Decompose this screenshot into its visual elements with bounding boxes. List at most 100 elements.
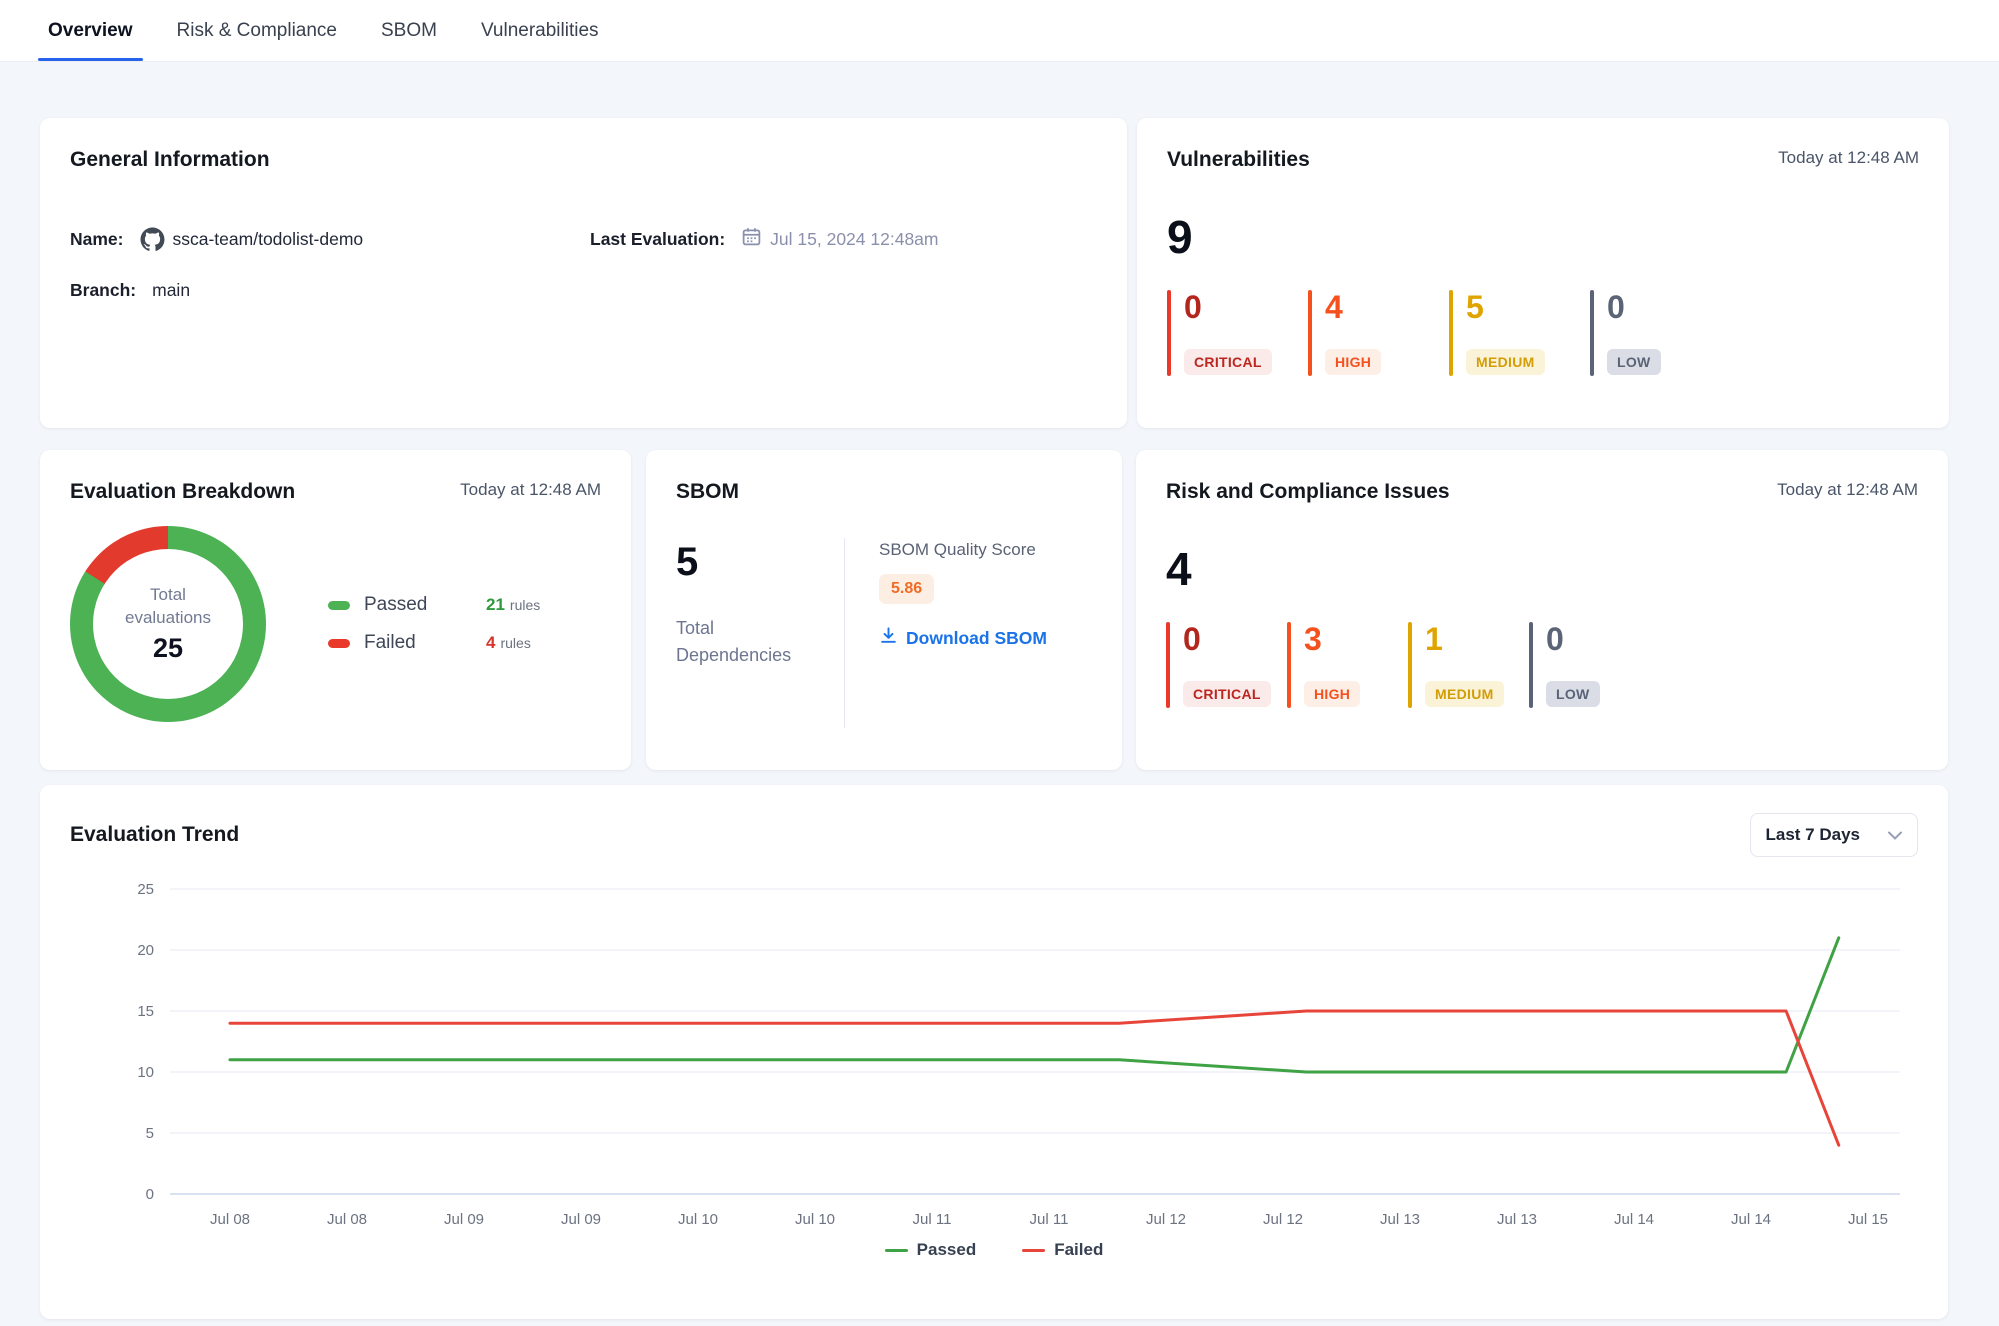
- legend-failed: Failed: [1022, 1240, 1103, 1260]
- severity-badge: HIGH: [1304, 681, 1360, 707]
- donut-total-value: 25: [153, 633, 183, 664]
- evaluation-breakdown-timestamp: Today at 12:48 AM: [460, 480, 601, 500]
- severity-bar: [1167, 290, 1171, 376]
- svg-text:Jul 14: Jul 14: [1614, 1211, 1654, 1228]
- donut-center-label: Total evaluations: [110, 584, 226, 630]
- svg-text:Jul 09: Jul 09: [444, 1211, 484, 1228]
- evaluation-breakdown-title: Evaluation Breakdown: [70, 480, 295, 504]
- svg-text:Jul 13: Jul 13: [1497, 1211, 1537, 1228]
- github-icon: [140, 227, 165, 252]
- time-range-dropdown[interactable]: Last 7 Days: [1750, 813, 1919, 857]
- severity-medium: 1 MEDIUM: [1408, 622, 1529, 708]
- branch-value: main: [152, 280, 190, 301]
- risk-compliance-timestamp: Today at 12:48 AM: [1777, 480, 1918, 500]
- legend-failed: Failed 4 rules: [328, 632, 601, 654]
- severity-critical: 0 CRITICAL: [1166, 622, 1287, 708]
- severity-high: 4 HIGH: [1308, 290, 1449, 376]
- repo-name-field: Name: ssca-team/todolist-demo: [70, 226, 590, 252]
- download-sbom-label: Download SBOM: [906, 628, 1047, 649]
- last-evaluation-field: Last Evaluation: Jul 15, 2024 12:48am: [590, 226, 1097, 252]
- evaluation-trend-title: Evaluation Trend: [70, 823, 239, 847]
- failed-count: 4: [486, 633, 495, 653]
- severity-badge: MEDIUM: [1466, 349, 1545, 375]
- severity-bar: [1449, 290, 1453, 376]
- download-icon: [879, 626, 898, 650]
- general-information-card: General Information Name: ssca-team/todo…: [40, 118, 1127, 428]
- download-sbom-link[interactable]: Download SBOM: [879, 626, 1047, 650]
- name-label: Name:: [70, 229, 124, 250]
- trend-chart-legend: Passed Failed: [70, 1240, 1918, 1260]
- calendar-icon: [741, 226, 762, 252]
- total-dependencies-count: 5: [676, 540, 844, 585]
- general-information-title: General Information: [70, 148, 1097, 172]
- tab-risk-compliance[interactable]: Risk & Compliance: [177, 0, 338, 61]
- sbom-title: SBOM: [676, 480, 1092, 504]
- evaluation-trend-chart: 0510152025Jul 08Jul 08Jul 09Jul 09Jul 10…: [70, 871, 1918, 1236]
- time-range-value: Last 7 Days: [1766, 825, 1861, 845]
- evaluation-breakdown-card: Evaluation Breakdown Today at 12:48 AM T…: [40, 450, 631, 770]
- severity-bar: [1529, 622, 1533, 708]
- severity-count: 4: [1325, 291, 1381, 323]
- severity-badge: CRITICAL: [1183, 681, 1271, 707]
- svg-text:0: 0: [146, 1186, 154, 1203]
- passed-label: Passed: [364, 594, 460, 616]
- tab-overview[interactable]: Overview: [48, 0, 133, 61]
- svg-text:Jul 10: Jul 10: [795, 1211, 835, 1228]
- svg-text:Jul 13: Jul 13: [1380, 1211, 1420, 1228]
- vulnerabilities-card: Vulnerabilities Today at 12:48 AM 9 0 CR…: [1137, 118, 1949, 428]
- evaluation-trend-card: Evaluation Trend Last 7 Days 0 5 10 15 20 25 J…: [40, 785, 1948, 1319]
- severity-badge: LOW: [1607, 349, 1661, 375]
- svg-text:Jul 12: Jul 12: [1263, 1211, 1303, 1228]
- branch-label: Branch:: [70, 280, 136, 301]
- legend-passed: Passed: [885, 1240, 977, 1260]
- chevron-down-icon: [1888, 825, 1902, 845]
- svg-text:5: 5: [146, 1125, 154, 1142]
- svg-text:15: 15: [137, 1003, 154, 1020]
- tab-sbom[interactable]: SBOM: [381, 0, 437, 61]
- failed-unit: rules: [500, 635, 530, 651]
- severity-bar: [1308, 290, 1312, 376]
- last-evaluation-label: Last Evaluation:: [590, 229, 725, 250]
- failed-label: Failed: [364, 632, 460, 654]
- severity-count: 0: [1184, 291, 1272, 323]
- severity-high: 3 HIGH: [1287, 622, 1408, 708]
- svg-text:Jul 11: Jul 11: [1030, 1211, 1069, 1228]
- severity-bar: [1590, 290, 1594, 376]
- tab-bar: Overview Risk & Compliance SBOM Vulnerab…: [0, 0, 1999, 62]
- passed-count: 21: [486, 595, 505, 615]
- severity-low: 0 LOW: [1529, 622, 1650, 708]
- vulnerabilities-total: 9: [1167, 214, 1919, 260]
- passed-swatch-icon: [328, 601, 350, 610]
- total-dependencies-label: Total Dependencies: [676, 615, 806, 669]
- severity-count: 0: [1607, 291, 1661, 323]
- svg-text:25: 25: [137, 881, 154, 898]
- severity-medium: 5 MEDIUM: [1449, 290, 1590, 376]
- svg-text:Jul 08: Jul 08: [210, 1211, 250, 1228]
- svg-text:Jul 14: Jul 14: [1731, 1211, 1771, 1228]
- legend-passed: Passed 21 rules: [328, 594, 601, 616]
- severity-bar: [1408, 622, 1412, 708]
- sbom-card: SBOM 5 Total Dependencies SBOM Quality S…: [646, 450, 1122, 770]
- sbom-quality-score-label: SBOM Quality Score: [879, 540, 1047, 560]
- legend-failed-label: Failed: [1054, 1240, 1103, 1260]
- passed-unit: rules: [510, 597, 540, 613]
- risk-compliance-card: Risk and Compliance Issues Today at 12:4…: [1136, 450, 1948, 770]
- failed-swatch-icon: [328, 639, 350, 648]
- tab-vulnerabilities[interactable]: Vulnerabilities: [481, 0, 599, 61]
- last-evaluation-value: Jul 15, 2024 12:48am: [770, 229, 938, 250]
- severity-low: 0 LOW: [1590, 290, 1731, 376]
- svg-text:20: 20: [137, 942, 154, 959]
- severity-count: 0: [1546, 623, 1600, 655]
- svg-text:10: 10: [137, 1064, 154, 1081]
- severity-badge: CRITICAL: [1184, 349, 1272, 375]
- dashboard-content: General Information Name: ssca-team/todo…: [0, 62, 1999, 1319]
- severity-count: 5: [1466, 291, 1545, 323]
- svg-text:Jul 10: Jul 10: [678, 1211, 718, 1228]
- passed-line-swatch-icon: [885, 1249, 908, 1252]
- severity-badge: LOW: [1546, 681, 1600, 707]
- severity-critical: 0 CRITICAL: [1167, 290, 1308, 376]
- failed-line-swatch-icon: [1022, 1249, 1045, 1252]
- severity-badge: HIGH: [1325, 349, 1381, 375]
- repo-name-value: ssca-team/todolist-demo: [173, 229, 364, 250]
- severity-count: 3: [1304, 623, 1360, 655]
